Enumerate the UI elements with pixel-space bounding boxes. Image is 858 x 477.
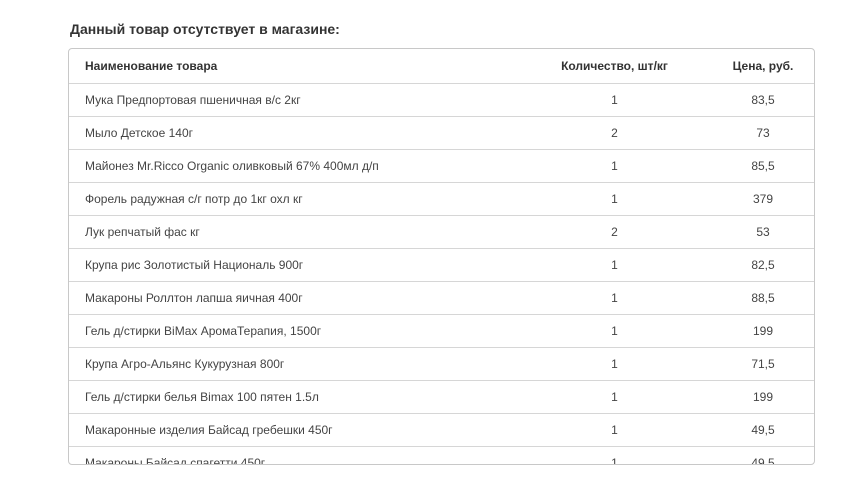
cell-price: 71,5 — [712, 347, 814, 381]
cell-name: Гель д/стирки BiMax АромаТерапия, 1500г — [69, 314, 517, 348]
cell-name: Макаронные изделия Байсад гребешки 450г — [69, 413, 517, 447]
cell-price: 85,5 — [712, 149, 814, 183]
cell-name: Мыло Детское 140г — [69, 116, 517, 150]
cell-qty: 1 — [517, 281, 712, 315]
cell-price: 83,5 — [712, 83, 814, 117]
cell-qty: 1 — [517, 83, 712, 117]
cell-name: Крупа рис Золотистый Националь 900г — [69, 248, 517, 282]
cell-price: 73 — [712, 116, 814, 150]
cell-price: 49,5 — [751, 456, 775, 465]
cell-price: 199 — [712, 314, 814, 348]
table-row: Майонез Mr.Ricco Organic оливковый 67% 4… — [69, 149, 814, 183]
header-name: Наименование товара — [69, 49, 517, 84]
cell-qty: 1 — [517, 149, 712, 183]
page: Данный товар отсутствует в магазине: Наи… — [0, 0, 858, 477]
cell-qty: 2 — [517, 215, 712, 249]
table-row: Макаронные изделия Байсад гребешки 450г 1… — [69, 413, 814, 447]
table-body: Мука Предпортовая пшеничная в/с 2кг 1 83,5… — [69, 83, 814, 465]
table-row: Гель д/стирки белья Bimax 100 пятен 1.5л… — [69, 380, 814, 414]
section-title: Данный товар отсутствует в магазине: — [70, 21, 340, 37]
cell-price: 379 — [712, 182, 814, 216]
cell-price: 199 — [712, 380, 814, 414]
table-row: Макароны Байсад спагетти 450г 1 49,5 — [69, 447, 814, 465]
table-row: Мука Предпортовая пшеничная в/с 2кг 1 83,5 — [69, 83, 814, 117]
cell-qty: 1 — [517, 380, 712, 414]
table-header-row: Наименование товара Количество, шт/кг Це… — [69, 49, 814, 84]
table-row: Крупа Агро-Альянс Кукурузная 800г 1 71,5 — [69, 347, 814, 381]
cell-name: Лук репчатый фас кг — [69, 215, 517, 249]
table-row: Макароны Роллтон лапша яичная 400г 1 88,5 — [69, 281, 814, 315]
cell-name: Майонез Mr.Ricco Organic оливковый 67% 4… — [69, 149, 517, 183]
cell-name: Мука Предпортовая пшеничная в/с 2кг — [69, 83, 517, 117]
cell-qty: 2 — [517, 116, 712, 150]
header-qty: Количество, шт/кг — [517, 49, 712, 84]
cell-price: 88,5 — [712, 281, 814, 315]
header-price: Цена, руб. — [712, 49, 814, 84]
cell-price: 82,5 — [712, 248, 814, 282]
table-row: Гель д/стирки BiMax АромаТерапия, 1500г 1… — [69, 314, 814, 348]
cell-qty: 1 — [517, 314, 712, 348]
cell-name: Форель радужная с/г потр до 1кг охл кг — [69, 182, 517, 216]
table-row: Форель радужная с/г потр до 1кг охл кг 1 3… — [69, 182, 814, 216]
out-of-stock-table: Наименование товара Количество, шт/кг Це… — [68, 48, 815, 465]
cell-name: Макароны Байсад спагетти 450г — [85, 456, 266, 465]
cell-qty: 1 — [611, 456, 618, 465]
cell-name: Гель д/стирки белья Bimax 100 пятен 1.5л — [69, 380, 517, 414]
products-table: Наименование товара Количество, шт/кг Це… — [69, 49, 814, 465]
cell-qty: 1 — [517, 248, 712, 282]
cell-price: 49,5 — [712, 413, 814, 447]
cell-qty: 1 — [517, 182, 712, 216]
table-row: Лук репчатый фас кг 2 53 — [69, 215, 814, 249]
cell-name: Крупа Агро-Альянс Кукурузная 800г — [69, 347, 517, 381]
table-row: Крупа рис Золотистый Националь 900г 1 82,5 — [69, 248, 814, 282]
cell-qty: 1 — [517, 347, 712, 381]
cell-price: 53 — [712, 215, 814, 249]
table-row: Мыло Детское 140г 2 73 — [69, 116, 814, 150]
cell-qty: 1 — [517, 413, 712, 447]
cell-name: Макароны Роллтон лапша яичная 400г — [69, 281, 517, 315]
